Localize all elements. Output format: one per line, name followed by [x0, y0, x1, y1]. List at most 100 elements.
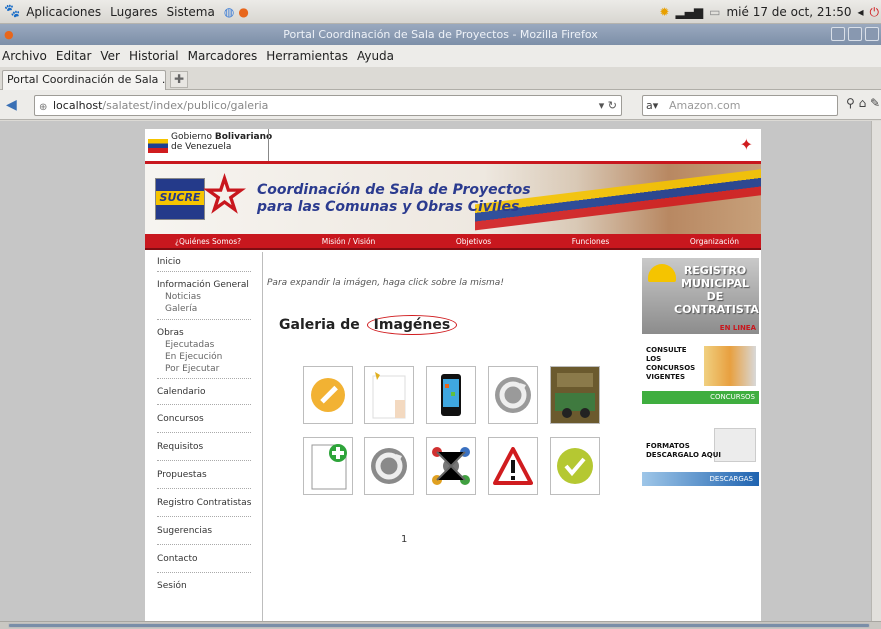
nav-organizacion[interactable]: Organización	[690, 237, 739, 246]
help-icon[interactable]: ◍	[224, 5, 234, 19]
window-menu-icon[interactable]: ●	[4, 24, 14, 45]
separator	[157, 432, 251, 433]
menu-archivo[interactable]: Archivo	[2, 49, 47, 63]
concursos-button[interactable]: CONCURSOS	[642, 391, 759, 404]
menu-editar[interactable]: Editar	[56, 49, 92, 63]
vertical-scrollbar[interactable]	[871, 121, 881, 621]
menu-contacto[interactable]: Contacto	[157, 554, 198, 564]
search-box[interactable]: a▾ Amazon.com	[642, 95, 838, 116]
gallery-thumb-7[interactable]	[364, 437, 414, 495]
menu-concursos[interactable]: Concursos	[157, 414, 204, 424]
tab-portal[interactable]: Portal Coordinación de Sala ...	[2, 70, 166, 90]
minimize-button[interactable]	[831, 27, 845, 41]
toolbar-extra-icons[interactable]: ⚲ ⌂ ✎	[846, 96, 880, 110]
banner-title-line1: Coordinación de Sala de Proyectos	[257, 182, 531, 198]
url-bar[interactable]: ⊕ localhost/salatest/index/publico/galer…	[34, 95, 622, 116]
gov-line2: de Venezuela	[171, 142, 232, 152]
nav-quienes-somos[interactable]: ¿Quiénes Somos?	[175, 237, 241, 246]
menu-calendario[interactable]: Calendario	[157, 387, 205, 397]
menu-galeria[interactable]: Galería	[165, 304, 197, 314]
search-engine-icon[interactable]: a▾	[646, 96, 658, 115]
gnome-foot-icon[interactable]: 🐾	[4, 4, 20, 19]
descargas-button[interactable]: DESCARGAS	[642, 472, 759, 486]
maximize-button[interactable]	[848, 27, 862, 41]
back-arrow-icon[interactable]: ◀	[6, 97, 17, 113]
panel-menu-aplicaciones[interactable]: Aplicaciones	[26, 5, 101, 19]
menu-sesion[interactable]: Sesión	[157, 581, 187, 591]
new-tab-button[interactable]: ✚	[170, 71, 188, 88]
network-signal-icon[interactable]: ▂▄▆	[675, 5, 703, 19]
separator	[157, 516, 251, 517]
separator	[157, 404, 251, 405]
site-nav: ¿Quiénes Somos? Misión / Visión Objetivo…	[145, 234, 761, 250]
refresh-icon	[495, 377, 531, 413]
registro-contratistas-banner[interactable]: REGISTRO MUNICIPAL DE CONTRATISTAS EN LI…	[642, 258, 759, 334]
gallery-thumb-10[interactable]	[550, 437, 600, 495]
pagination-page-1[interactable]: 1	[401, 534, 407, 545]
nav-funciones[interactable]: Funciones	[572, 237, 609, 246]
menu-requisitos[interactable]: Requisitos	[157, 442, 203, 452]
menu-sugerencias[interactable]: Sugerencias	[157, 526, 212, 536]
menu-propuestas[interactable]: Propuestas	[157, 470, 207, 480]
top-panel: 🐾 Aplicaciones Lugares Sistema ◍ ● ✹ ▂▄▆…	[0, 0, 881, 24]
star-logo-icon: ☆	[202, 167, 247, 223]
panel-menu-lugares[interactable]: Lugares	[110, 5, 157, 19]
network-icon	[432, 447, 470, 485]
close-button[interactable]	[865, 27, 879, 41]
panel-menu-sistema[interactable]: Sistema	[167, 5, 215, 19]
separator	[157, 572, 251, 573]
scrollbar-thumb[interactable]	[8, 623, 870, 628]
menu-herramientas[interactable]: Herramientas	[266, 49, 348, 63]
gallery-thumb-9[interactable]	[488, 437, 538, 495]
menu-registro-contratistas[interactable]: Registro Contratistas	[157, 498, 251, 508]
gallery-thumb-5[interactable]	[550, 366, 600, 424]
photo-icon	[551, 367, 599, 423]
url-dropdown-reload-icon[interactable]: ▾ ↻	[599, 96, 617, 115]
refresh-icon	[371, 448, 407, 484]
sucre-logo-text: SUCRE	[156, 191, 204, 205]
menubar: Archivo Editar Ver Historial Marcadores …	[0, 45, 881, 67]
sucre-logo: SUCRE	[155, 178, 205, 220]
search-placeholder: Amazon.com	[669, 99, 741, 112]
menu-por-ejecutar[interactable]: Por Ejecutar	[165, 364, 219, 374]
menu-noticias[interactable]: Noticias	[165, 292, 201, 302]
divider	[268, 129, 269, 161]
gallery-thumb-2[interactable]	[364, 366, 414, 424]
descargas-banner[interactable]: FORMATOS DESCARGALO AQUI DESCARGAS	[642, 422, 759, 486]
gallery-thumb-6[interactable]	[303, 437, 353, 495]
menu-en-ejecucion[interactable]: En Ejecución	[165, 352, 222, 362]
volume-icon[interactable]: ◂	[857, 5, 863, 19]
menu-obras[interactable]: Obras	[157, 328, 184, 338]
concursos-banner[interactable]: CONSULTE LOS CONCURSOS VIGENTES CONCURSO…	[642, 340, 759, 404]
gallery-thumb-3[interactable]	[426, 366, 476, 424]
gallery-title-text: Galeria de	[279, 317, 360, 333]
window-titlebar: ● Portal Coordinación de Sala de Proyect…	[0, 24, 881, 45]
menu-inicio[interactable]: Inicio	[157, 257, 181, 267]
clock[interactable]: mié 17 de oct, 21:50	[726, 5, 851, 19]
blank-page-icon	[372, 372, 406, 419]
tab-label: Portal Coordinación de Sala ...	[7, 73, 166, 86]
battery-icon[interactable]: ▭	[709, 5, 720, 19]
menu-ver[interactable]: Ver	[100, 49, 120, 63]
shutdown-icon[interactable]: ⏻	[870, 5, 880, 20]
gallery-thumb-1[interactable]	[303, 366, 353, 424]
gov-header: Gobierno Bolivariano de Venezuela ✦	[145, 129, 761, 161]
gallery-title-highlight: Imagénes	[366, 315, 458, 335]
separator	[157, 319, 251, 320]
site-identity-icon[interactable]: ⊕	[39, 98, 47, 117]
gallery-thumb-4[interactable]	[488, 366, 538, 424]
menu-marcadores[interactable]: Marcadores	[188, 49, 258, 63]
nav-objetivos[interactable]: Objetivos	[456, 237, 491, 246]
firefox-launcher-icon[interactable]: ●	[238, 5, 248, 19]
registro-banner-text: REGISTRO MUNICIPAL DE CONTRATISTAS	[674, 264, 759, 316]
banner-title: Coordinación de Sala de Proyectos para l…	[257, 182, 531, 216]
horizontal-scrollbar[interactable]	[0, 621, 881, 629]
menu-informacion-general[interactable]: Información General	[157, 280, 249, 290]
menu-historial[interactable]: Historial	[129, 49, 179, 63]
separator	[157, 460, 251, 461]
menu-ejecutadas[interactable]: Ejecutadas	[165, 340, 214, 350]
descargas-banner-text: FORMATOS DESCARGALO AQUI	[646, 442, 721, 459]
menu-ayuda[interactable]: Ayuda	[357, 49, 394, 63]
nav-mision-vision[interactable]: Misión / Visión	[322, 237, 376, 246]
gallery-thumb-8[interactable]	[426, 437, 476, 495]
